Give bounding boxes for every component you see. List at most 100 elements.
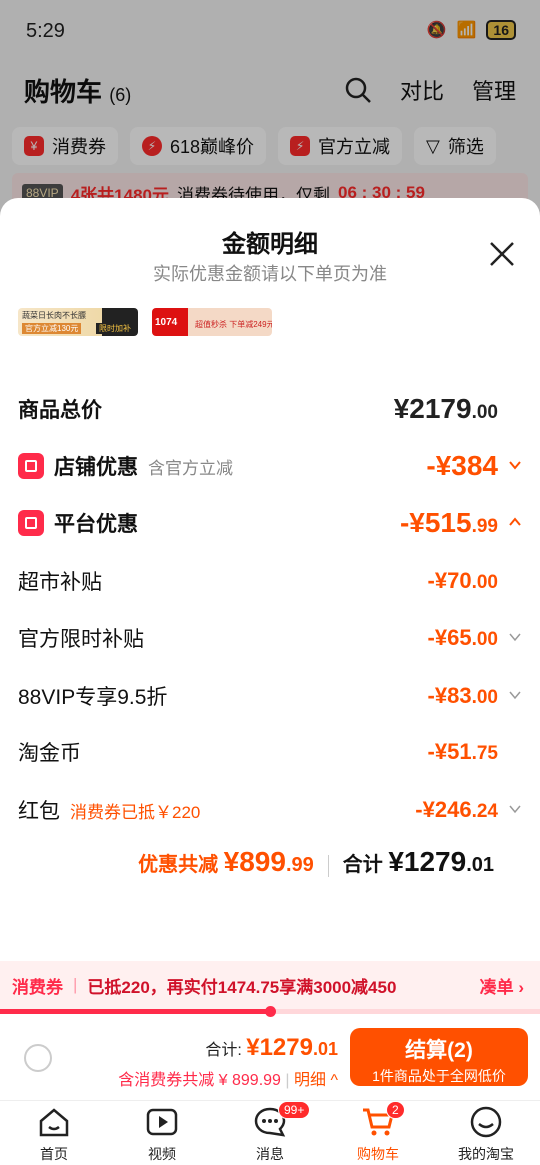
- row-label: 官方限时补贴: [18, 628, 144, 651]
- tab-home[interactable]: 首页: [0, 1101, 108, 1165]
- row-label: 店铺优惠: [54, 456, 138, 479]
- checkout-total-label: 合计:: [205, 1042, 242, 1059]
- tab-badge: 2: [386, 1101, 405, 1119]
- amount-dec: .00: [471, 572, 498, 593]
- row-label: 红包: [18, 800, 60, 823]
- amount-dec: .75: [471, 743, 498, 764]
- product-thumbnail[interactable]: 蔬菜日长肉不长膘 官方立减130元 限时加补: [18, 308, 138, 336]
- amount-int: -¥246: [415, 797, 472, 822]
- row-red-packet[interactable]: 红包 消费券已抵￥220 -¥246.24: [18, 790, 522, 830]
- overlay-dim[interactable]: [0, 0, 540, 230]
- profile-icon: [470, 1106, 502, 1138]
- row-amount: -¥51.75: [428, 739, 498, 765]
- row-amount: -¥246.24: [415, 797, 498, 823]
- product-thumbnails: 蔬菜日长肉不长膘 官方立减130元 限时加补 1074 超值秒杀 下单减249元: [18, 308, 272, 336]
- coupon-separator: |: [73, 975, 78, 994]
- row-official-subsidy[interactable]: 官方限时补贴 -¥65.00: [18, 618, 522, 658]
- tab-profile[interactable]: 我的淘宝: [432, 1101, 540, 1165]
- chevron-up-icon[interactable]: [508, 515, 522, 529]
- platform-icon: [18, 510, 44, 536]
- chevron-down-icon[interactable]: [508, 458, 522, 472]
- discount-int: ¥899: [223, 846, 286, 877]
- tab-label: 首页: [40, 1146, 68, 1162]
- divider: [327, 855, 329, 877]
- detail-toggle[interactable]: 明细: [294, 1072, 326, 1089]
- add-items-link[interactable]: 凑单 ›: [480, 973, 524, 998]
- progress-dot: [265, 1006, 276, 1017]
- amount-int: -¥384: [426, 450, 498, 481]
- total-label: 合计: [342, 854, 383, 876]
- checkout-sub[interactable]: 含消费券共减 ¥ 899.99 | 明细 ^: [118, 1066, 338, 1090]
- row-note: 含官方立减: [148, 458, 233, 478]
- amount-int: -¥70: [427, 568, 472, 593]
- sum-total: 合计 ¥1279.01: [343, 846, 494, 878]
- video-icon: [146, 1108, 178, 1136]
- chevron-down-icon[interactable]: [508, 630, 522, 644]
- row-amount: -¥65.00: [428, 625, 498, 651]
- row-amount: -¥70.00: [428, 568, 498, 594]
- row-amount: ¥2179.00: [394, 393, 498, 425]
- amount-int: ¥2179: [393, 393, 472, 424]
- chevron-down-icon[interactable]: [508, 802, 522, 816]
- close-icon: [490, 242, 514, 266]
- checkout-button[interactable]: 结算(2) 1件商品处于全网低价: [350, 1028, 528, 1086]
- row-amount: -¥83.00: [428, 683, 498, 709]
- discount-total: 优惠共减 ¥899.99: [138, 846, 314, 878]
- store-icon: [18, 453, 44, 479]
- discount-label: 优惠共减: [138, 854, 219, 876]
- checkout-total-dec: .01: [312, 1039, 338, 1059]
- row-amount: -¥384: [426, 450, 498, 482]
- amount-int: -¥65: [427, 625, 472, 650]
- row-platform-discount[interactable]: 平台优惠 -¥515.99: [18, 503, 522, 543]
- tab-messages[interactable]: 99+ 消息: [216, 1101, 324, 1165]
- thumb-text: 蔬菜日长肉不长膘: [22, 311, 86, 320]
- row-label: 超市补贴: [18, 571, 102, 594]
- sheet-subtitle: 实际优惠金额请以下单页为准: [153, 264, 387, 284]
- total-int: ¥1279: [388, 846, 467, 877]
- row-taojinbi: 淘金币 -¥51.75: [18, 732, 522, 772]
- bottom-tab-bar: 首页 视频 99+ 消息 2 购物车 我的淘宝: [0, 1100, 540, 1165]
- row-label: 88VIP专享9.5折: [18, 686, 168, 709]
- product-thumbnail[interactable]: 1074 超值秒杀 下单减249元: [152, 308, 272, 336]
- checkout-bar: 合计: ¥1279.01 含消费券共减 ¥ 899.99 | 明细 ^ 结算(2…: [0, 1022, 540, 1098]
- coupon-progress: [0, 1006, 540, 1017]
- row-label: 平台优惠: [54, 513, 138, 536]
- checkout-total-int: ¥1279: [246, 1034, 313, 1061]
- sheet-title: 金额明细: [222, 231, 318, 258]
- chevron-down-icon[interactable]: [508, 688, 522, 702]
- row-total-price: 商品总价 ¥2179.00: [18, 389, 522, 429]
- sheet-total-row: 优惠共减 ¥899.99 合计 ¥1279.01: [0, 846, 540, 886]
- tab-label: 购物车: [357, 1146, 399, 1162]
- tab-video[interactable]: 视频: [108, 1101, 216, 1165]
- row-amount: -¥515.99: [400, 507, 498, 539]
- amount-dec: .24: [471, 801, 498, 822]
- tab-cart[interactable]: 2 购物车: [324, 1101, 432, 1165]
- tab-label: 视频: [148, 1146, 176, 1162]
- add-items-label: 凑单: [479, 977, 514, 997]
- select-all-checkbox[interactable]: [24, 1044, 52, 1072]
- checkout-button-sub: 1件商品处于全网低价: [372, 1068, 506, 1084]
- home-icon: [39, 1108, 69, 1137]
- discount-dec: .99: [285, 854, 314, 876]
- coupon-progress-bar[interactable]: 消费券 | 已抵220，再实付1474.75享满3000减450 凑单 ›: [0, 961, 540, 1009]
- checkout-total: 合计: ¥1279.01: [205, 1034, 338, 1062]
- amount-dec: .00: [471, 687, 498, 708]
- row-88vip[interactable]: 88VIP专享9.5折 -¥83.00: [18, 676, 522, 716]
- amount-detail-sheet: 金额明细 实际优惠金额请以下单页为准 蔬菜日长肉不长膘 官方立减130元 限时加…: [0, 198, 540, 1165]
- tab-label: 消息: [256, 1146, 284, 1162]
- thumb-text: 超值秒杀 下单减249元: [195, 320, 272, 329]
- coupon-text: 已抵220，再实付1474.75享满3000减450: [87, 977, 397, 997]
- progress-fill: [0, 1009, 270, 1014]
- amount-int: -¥515: [399, 507, 472, 538]
- total-dec: .01: [466, 854, 494, 876]
- row-store-discount[interactable]: 店铺优惠 含官方立减 -¥384: [18, 446, 522, 486]
- amount-int: -¥51: [427, 739, 472, 764]
- amount-dec: .99: [471, 516, 498, 537]
- thumb-text: 官方立减130元: [22, 323, 82, 334]
- amount-dec: .00: [471, 402, 498, 423]
- amount-dec: .00: [471, 629, 498, 650]
- checkout-button-label: 结算(2): [405, 1039, 473, 1062]
- close-button[interactable]: [488, 240, 516, 268]
- row-label: 淘金币: [18, 742, 81, 765]
- checkout-sub-text: 含消费券共减 ¥ 899.99: [118, 1072, 281, 1089]
